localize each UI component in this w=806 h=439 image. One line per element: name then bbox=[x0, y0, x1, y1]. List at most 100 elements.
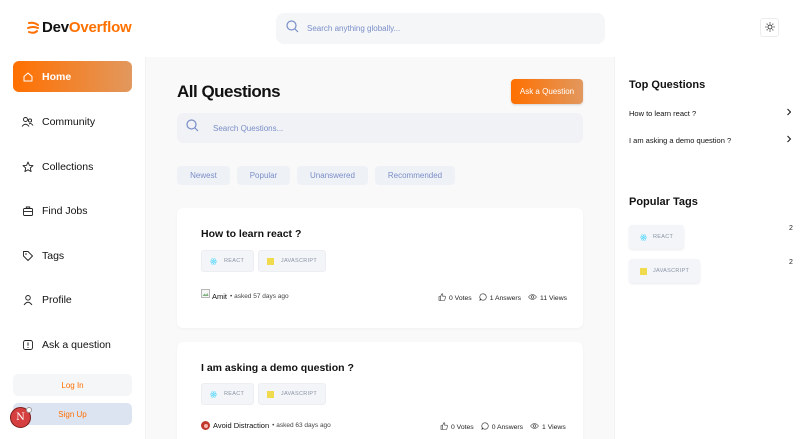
sidebar-item-community[interactable]: Community bbox=[13, 106, 132, 137]
author-avatar bbox=[201, 421, 210, 430]
users-icon bbox=[21, 115, 34, 128]
popular-tags-heading: Popular Tags bbox=[629, 196, 698, 208]
right-sidebar: Top Questions How to learn react ? I am … bbox=[614, 57, 806, 439]
filter-popular[interactable]: Popular bbox=[237, 166, 290, 185]
top-navbar: DevOverflow bbox=[0, 0, 806, 57]
ask-question-button[interactable]: Ask a Question bbox=[511, 79, 583, 104]
popular-tag-javascript[interactable]: JAVASCRIPT bbox=[629, 259, 701, 283]
question-search-bar[interactable] bbox=[177, 113, 583, 143]
home-icon bbox=[21, 70, 34, 83]
tag-count: 2 bbox=[789, 259, 793, 266]
message-icon bbox=[480, 422, 492, 432]
question-title[interactable]: How to learn react ? bbox=[201, 228, 301, 240]
question-author[interactable]: Amit • asked 57 days ago bbox=[201, 289, 289, 301]
sidebar-item-label: Ask a question bbox=[42, 338, 111, 351]
votes-count: 0 Votes bbox=[451, 423, 474, 431]
filter-recommended[interactable]: Recommended bbox=[375, 166, 455, 185]
question-card[interactable]: How to learn react ? REACT JAVASCRIPT Am… bbox=[177, 208, 583, 328]
asked-time: • asked 63 days ago bbox=[272, 422, 331, 429]
tag-react[interactable]: REACT bbox=[201, 383, 254, 405]
eye-icon bbox=[530, 422, 542, 432]
answers-count: 0 Answers bbox=[491, 423, 524, 431]
logo[interactable]: DevOverflow bbox=[26, 19, 132, 36]
views-count: 1 Views bbox=[542, 423, 566, 431]
tag-javascript[interactable]: JAVASCRIPT bbox=[258, 250, 326, 272]
question-search-input[interactable] bbox=[213, 123, 553, 133]
react-icon bbox=[210, 390, 217, 398]
search-icon bbox=[286, 19, 299, 38]
logo-text-overflow: Overflow bbox=[68, 19, 132, 36]
question-author[interactable]: Avoid Distraction • asked 63 days ago bbox=[201, 421, 331, 430]
tag-label: REACT bbox=[653, 234, 674, 240]
global-search-bar[interactable] bbox=[276, 13, 605, 44]
top-question-item[interactable]: I am asking a demo question ? bbox=[629, 135, 792, 145]
sidebar-item-collections[interactable]: Collections bbox=[13, 151, 132, 182]
message-icon bbox=[478, 293, 490, 303]
views-count: 11 Views bbox=[540, 294, 567, 302]
logo-icon bbox=[26, 21, 40, 35]
author-name[interactable]: Avoid Distraction bbox=[213, 421, 269, 430]
login-button[interactable]: Log In bbox=[13, 374, 132, 396]
search-icon bbox=[186, 119, 199, 137]
thumbs-up-icon bbox=[440, 422, 451, 432]
sidebar-item-home[interactable]: Home bbox=[13, 61, 132, 92]
tag-label: JAVASCRIPT bbox=[653, 268, 690, 274]
top-question-label: I am asking a demo question ? bbox=[629, 135, 732, 145]
tag-count: 2 bbox=[789, 225, 793, 232]
sun-icon bbox=[764, 19, 775, 37]
avatar-letter: N bbox=[16, 412, 25, 423]
tag-react[interactable]: REACT bbox=[201, 250, 254, 272]
author-name[interactable]: Amit bbox=[212, 292, 227, 301]
tag-label: REACT bbox=[224, 258, 245, 264]
page-title: All Questions bbox=[177, 82, 281, 101]
thumbs-up-icon bbox=[438, 293, 449, 303]
question-card[interactable]: I am asking a demo question ? REACT JAVA… bbox=[177, 342, 583, 439]
javascript-icon bbox=[267, 390, 274, 398]
status-dot bbox=[26, 407, 32, 413]
tag-icon bbox=[21, 249, 34, 262]
react-icon bbox=[640, 233, 647, 241]
briefcase-icon bbox=[21, 204, 34, 217]
global-search-input[interactable] bbox=[307, 24, 587, 33]
sidebar-item-label: Home bbox=[42, 70, 72, 83]
left-sidebar: Home Community Collections Find Jobs Tag… bbox=[0, 57, 146, 439]
sidebar-item-profile[interactable]: Profile bbox=[13, 284, 132, 315]
javascript-icon bbox=[640, 267, 647, 275]
sidebar-item-tags[interactable]: Tags bbox=[13, 240, 132, 271]
tag-label: REACT bbox=[224, 391, 245, 397]
top-question-item[interactable]: How to learn react ? bbox=[629, 108, 792, 118]
asked-time: • asked 57 days ago bbox=[230, 293, 289, 300]
filter-newest[interactable]: Newest bbox=[177, 166, 230, 185]
chevron-right-icon bbox=[786, 135, 792, 145]
popular-tag-react[interactable]: REACT bbox=[629, 225, 685, 249]
sidebar-item-label: Find Jobs bbox=[42, 204, 88, 217]
views-stat: 11 Views bbox=[528, 293, 567, 303]
user-icon bbox=[21, 293, 34, 306]
tag-label: JAVASCRIPT bbox=[280, 391, 317, 397]
broken-avatar-icon bbox=[201, 289, 210, 298]
answers-stat: 0 Answers bbox=[480, 422, 524, 432]
floating-avatar[interactable]: N bbox=[10, 407, 32, 428]
theme-toggle-button[interactable] bbox=[760, 18, 779, 37]
signup-button[interactable]: Sign Up bbox=[13, 403, 132, 425]
sidebar-item-label: Community bbox=[42, 115, 96, 128]
top-questions-heading: Top Questions bbox=[629, 79, 706, 91]
logo-text: DevOverflow bbox=[42, 19, 132, 36]
tag-javascript[interactable]: JAVASCRIPT bbox=[258, 383, 326, 405]
top-question-label: How to learn react ? bbox=[629, 108, 697, 118]
views-stat: 1 Views bbox=[530, 422, 566, 432]
eye-icon bbox=[528, 293, 540, 303]
logo-text-dev: Dev bbox=[42, 19, 69, 36]
sidebar-item-label: Tags bbox=[42, 249, 65, 262]
sidebar-item-label: Collections bbox=[42, 160, 94, 173]
filter-unanswered[interactable]: Unanswered bbox=[297, 166, 368, 185]
question-stats: 0 Votes 0 Answers 1 Views bbox=[433, 422, 566, 432]
sidebar-item-find-jobs[interactable]: Find Jobs bbox=[13, 195, 132, 226]
votes-count: 0 Votes bbox=[449, 294, 472, 302]
sidebar-item-ask-question[interactable]: Ask a question bbox=[13, 329, 132, 360]
answers-count: 1 Answers bbox=[489, 294, 522, 302]
sidebar-item-label: Profile bbox=[42, 293, 72, 306]
main-content: All Questions Ask a Question Newest Popu… bbox=[146, 57, 614, 439]
question-title[interactable]: I am asking a demo question ? bbox=[201, 362, 354, 374]
react-icon bbox=[210, 257, 217, 265]
